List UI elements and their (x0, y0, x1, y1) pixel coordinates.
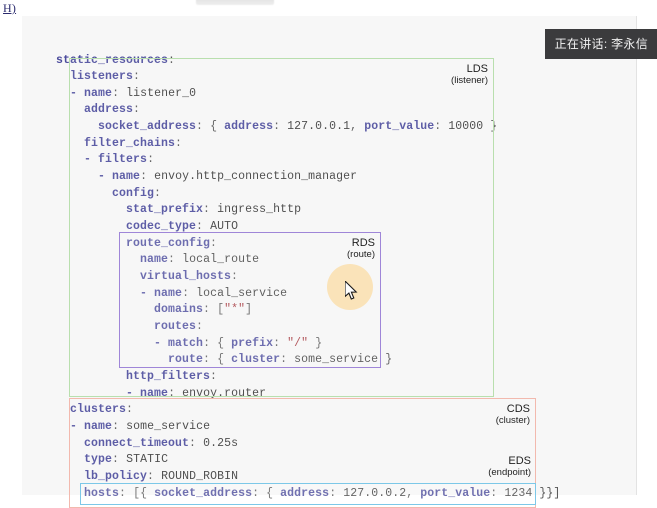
document-marker: H) (3, 1, 17, 15)
yaml-code-block: static_resources: listeners: - name: lis… (56, 53, 561, 500)
code-panel: static_resources: listeners: - name: lis… (22, 16, 637, 508)
speaker-overlay: 正在讲话: 李永信 (544, 29, 657, 59)
arrow-pointer-icon (345, 281, 358, 300)
top-toolbar-strip (0, 0, 657, 10)
toolbar-pill (196, 0, 274, 5)
